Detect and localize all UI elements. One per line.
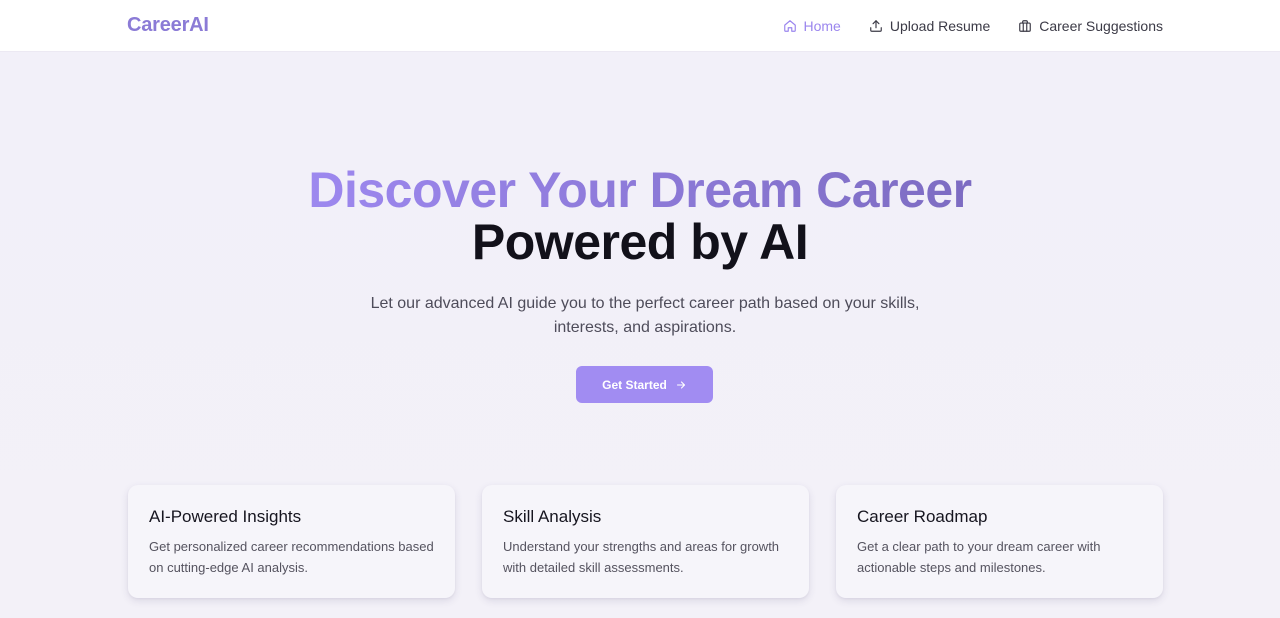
- feature-card-skill-analysis: Skill Analysis Understand your strengths…: [482, 485, 809, 598]
- home-icon: [783, 19, 797, 33]
- briefcase-icon: [1018, 19, 1032, 33]
- brand-logo[interactable]: CareerAI: [127, 14, 209, 37]
- hero-section: Discover Your Dream Career Powered by AI…: [0, 52, 1280, 618]
- nav-career-suggestions-label: Career Suggestions: [1039, 18, 1163, 34]
- feature-card-title: AI-Powered Insights: [149, 507, 302, 526]
- nav-home[interactable]: Home: [783, 18, 841, 34]
- hero-subtitle: Let our advanced AI guide you to the per…: [370, 295, 920, 336]
- nav-upload-resume-label: Upload Resume: [889, 18, 991, 34]
- get-started-label: Get Started: [602, 377, 667, 392]
- feature-card-title: Skill Analysis: [503, 507, 602, 526]
- get-started-button[interactable]: Get Started: [576, 366, 713, 403]
- feature-card-career-roadmap: Career Roadmap Get a clear path to your …: [836, 485, 1163, 598]
- feature-card-description: Get a clear path to your dream career wi…: [857, 539, 1101, 575]
- top-navbar: CareerAI Home Upload Resume Career Sugge…: [0, 0, 1280, 52]
- hero-headline-line1: Discover Your Dream Career: [0, 163, 1280, 217]
- upload-icon: [869, 19, 883, 33]
- main-nav: Home Upload Resume Career Suggestions: [783, 0, 1163, 52]
- feature-card-description: Get personalized career recommendations …: [149, 539, 434, 575]
- feature-card-title: Career Roadmap: [857, 507, 988, 526]
- nav-home-label: Home: [803, 18, 841, 34]
- hero-headline-line2: Powered by AI: [471, 214, 809, 270]
- nav-upload-resume[interactable]: Upload Resume: [869, 18, 990, 34]
- arrow-right-icon: [675, 379, 687, 391]
- nav-career-suggestions[interactable]: Career Suggestions: [1018, 18, 1163, 34]
- feature-card-description: Understand your strengths and areas for …: [503, 539, 780, 575]
- feature-card-ai-insights: AI-Powered Insights Get personalized car…: [128, 485, 455, 598]
- hero-headline-gradient-text: Discover Your Dream Career: [308, 162, 972, 218]
